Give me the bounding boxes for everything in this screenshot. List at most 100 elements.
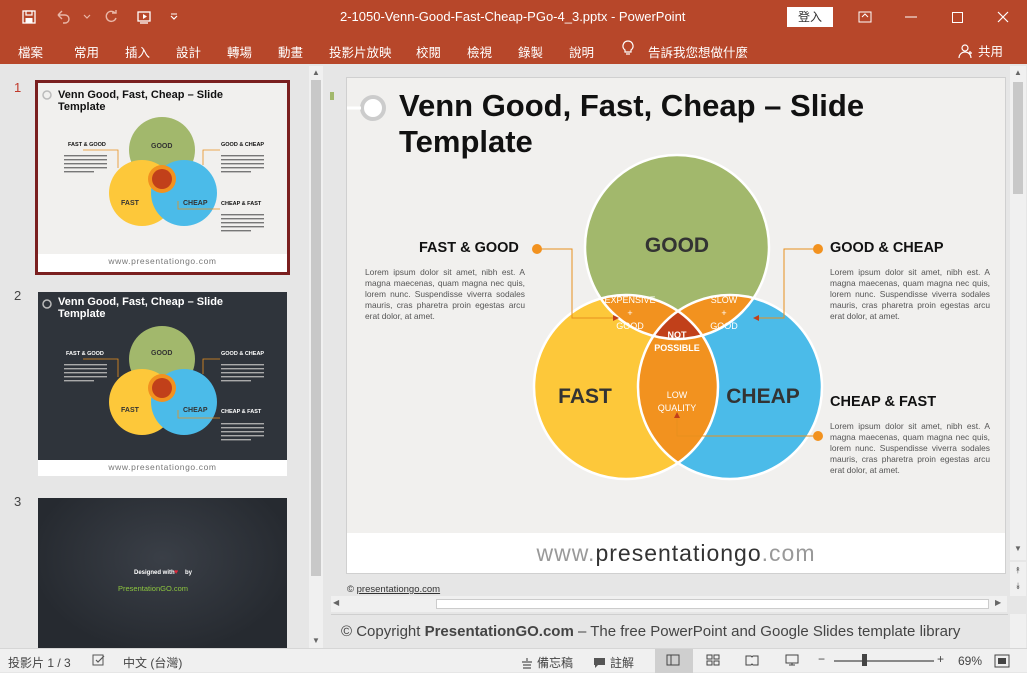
editor-vscroll-thumb[interactable] — [1013, 82, 1023, 194]
slide-sorter-icon[interactable] — [706, 654, 720, 666]
language-indicator[interactable]: 中文 (台灣) — [123, 654, 182, 671]
notes-scrollbar[interactable] — [1010, 614, 1026, 648]
editor-scroll-left-icon[interactable]: ◀ — [333, 598, 339, 607]
editor-horizontal-scrollbar[interactable]: ◀ ▶ — [331, 596, 1007, 612]
heading-fast-good[interactable]: FAST & GOOD — [419, 240, 519, 256]
editor-hscroll-thumb[interactable] — [436, 599, 989, 609]
next-slide-icon[interactable]: ⯯ — [1010, 578, 1026, 594]
thumbnail-2-label-good-cheap: GOOD & CHEAP — [221, 351, 265, 357]
zoom-slider[interactable] — [834, 660, 934, 662]
notes-pane[interactable]: © Copyright PresentationGO.com – The fre… — [331, 614, 1008, 648]
tab-view[interactable]: 檢視 — [467, 42, 492, 61]
share-button[interactable]: 共用 — [958, 41, 1003, 60]
tab-transitions[interactable]: 轉場 — [227, 42, 252, 61]
thumbnail-scrollbar-thumb[interactable] — [311, 80, 321, 576]
editor-scroll-right-icon[interactable]: ▶ — [995, 598, 1001, 607]
thumbnail-1-label-good-cheap: GOOD & CHEAP — [221, 142, 265, 148]
label-cheap: CHEAP — [726, 385, 800, 408]
heading-cheap-fast[interactable]: CHEAP & FAST — [830, 394, 936, 410]
notes-button[interactable]: 備忘稿 — [521, 654, 573, 671]
save-icon[interactable] — [14, 5, 44, 29]
thumbnail-1-footer: www.presentationgo.com — [108, 256, 217, 266]
person-icon — [958, 43, 972, 58]
scroll-down-icon[interactable]: ▼ — [309, 634, 323, 648]
start-slideshow-icon[interactable] — [130, 5, 160, 29]
overlap-center-line2: POSSIBLE — [654, 343, 700, 353]
tab-review[interactable]: 校閱 — [416, 42, 441, 61]
scroll-up-icon[interactable]: ▲ — [309, 66, 323, 80]
reading-view-icon[interactable] — [745, 654, 759, 666]
thumbnail-1-good: GOOD — [151, 143, 173, 150]
thumbnail-2-cheap: CHEAP — [183, 407, 208, 414]
slide-thumbnail-2[interactable]: Venn Good, Fast, Cheap – Slide Template … — [38, 292, 287, 476]
overlap-good-cheap-line1: SLOW — [710, 295, 738, 305]
zoom-out-icon[interactable]: − — [818, 652, 825, 666]
thumbnail-2-good: GOOD — [151, 350, 173, 357]
redo-icon[interactable] — [96, 5, 126, 29]
tab-help[interactable]: 說明 — [569, 42, 594, 61]
slide-thumbnail-1[interactable]: Venn Good, Fast, Cheap – Slide Template … — [35, 80, 290, 275]
ribbon-tabs: 檔案 常用 插入 設計 轉場 動畫 投影片放映 校閱 檢視 錄製 說明 告訴我您… — [0, 34, 1027, 64]
comment-icon — [594, 657, 605, 668]
undo-dropdown-icon[interactable] — [82, 5, 92, 29]
body-cheap-fast[interactable]: Lorem ipsum dolor sit amet, nibh est. A … — [830, 421, 990, 476]
thumbnail-2-label-fast-good: FAST & GOOD — [66, 351, 104, 357]
close-icon[interactable] — [980, 0, 1026, 34]
connector-dot-good-cheap — [813, 244, 823, 254]
sign-in-button[interactable]: 登入 — [787, 7, 833, 27]
editor-copyright-link[interactable]: presentationgo.com — [357, 584, 440, 595]
tab-design[interactable]: 設計 — [176, 42, 201, 61]
footer-www: www. — [536, 540, 596, 566]
thumbnail-1-cheap: CHEAP — [183, 200, 208, 207]
ribbon-display-options-icon[interactable] — [842, 0, 888, 34]
comments-button[interactable]: 註解 — [593, 654, 634, 671]
tab-record[interactable]: 錄製 — [518, 42, 543, 61]
tab-home[interactable]: 常用 — [74, 42, 99, 61]
overlap-fast-good-line1: EXPENSIVE — [604, 295, 656, 305]
slide-nav-buttons: ⯭ ⯯ — [1010, 562, 1026, 596]
overlap-text-fast-good: EXPENSIVE + GOOD — [600, 294, 660, 333]
editor-scroll-up-icon[interactable]: ▲ — [1010, 66, 1026, 80]
fit-to-window-icon[interactable] — [994, 654, 1010, 668]
tab-file[interactable]: 檔案 — [18, 42, 43, 61]
thumbnail-3-by: by — [185, 570, 193, 576]
minimize-icon[interactable] — [888, 0, 934, 34]
notes-prefix: © Copyright — [341, 623, 421, 640]
overlap-text-center: NOT POSSIBLE — [652, 329, 702, 355]
footer-tld: .com — [761, 540, 816, 566]
heading-good-cheap[interactable]: GOOD & CHEAP — [830, 240, 944, 256]
overlap-fast-cheap-line2: QUALITY — [657, 403, 697, 413]
customize-toolbar-icon[interactable] — [164, 5, 184, 29]
previous-slide-icon[interactable]: ⯭ — [1010, 562, 1026, 578]
thumbnail-scrollbar[interactable]: ▲ ▼ — [309, 66, 323, 648]
editor-copyright: © presentationgo.com — [347, 584, 440, 595]
editor-vertical-scrollbar[interactable]: ▲ ▼ — [1010, 66, 1026, 560]
slide-thumbnail-3[interactable]: Designed with ♥ by PresentationGO.com — [38, 498, 287, 648]
thumbnail-2-fast: FAST — [121, 407, 139, 414]
body-good-cheap[interactable]: Lorem ipsum dolor sit amet, nibh est. A … — [830, 267, 990, 322]
tab-insert[interactable]: 插入 — [125, 42, 150, 61]
editor-copyright-symbol: © — [347, 584, 354, 595]
tell-me-search[interactable]: 告訴我您想做什麼 — [648, 42, 748, 61]
overlap-fast-good-line3: GOOD — [616, 321, 644, 331]
zoom-slider-knob[interactable] — [862, 654, 867, 666]
normal-view-icon[interactable] — [666, 654, 680, 666]
maximize-icon[interactable] — [934, 0, 980, 34]
overlap-fast-good-line2: + — [627, 308, 633, 318]
slide-title[interactable]: Venn Good, Fast, Cheap – Slide Template — [399, 88, 959, 160]
zoom-level[interactable]: 69% — [958, 654, 982, 668]
tab-animations[interactable]: 動畫 — [278, 42, 303, 61]
editor-scroll-down-icon[interactable]: ▼ — [1010, 542, 1026, 556]
body-fast-good[interactable]: Lorem ipsum dolor sit amet, nibh est. A … — [365, 267, 525, 322]
spelling-check-icon[interactable] — [92, 654, 106, 666]
tab-slideshow[interactable]: 投影片放映 — [329, 42, 392, 61]
slideshow-view-icon[interactable] — [785, 654, 799, 666]
thumbnail-1-label-fast-good: FAST & GOOD — [68, 142, 106, 148]
thumbnail-1-fast: FAST — [121, 200, 139, 207]
zoom-in-icon[interactable]: + — [937, 652, 944, 666]
footer-domain: presentationgo — [595, 540, 762, 566]
current-slide[interactable]: Venn Good, Fast, Cheap – Slide Template … — [346, 77, 1006, 574]
undo-icon[interactable] — [48, 5, 78, 29]
connector-dot-cheap-fast — [813, 431, 823, 441]
thumbnail-3-designed-with: Designed with — [134, 570, 175, 576]
